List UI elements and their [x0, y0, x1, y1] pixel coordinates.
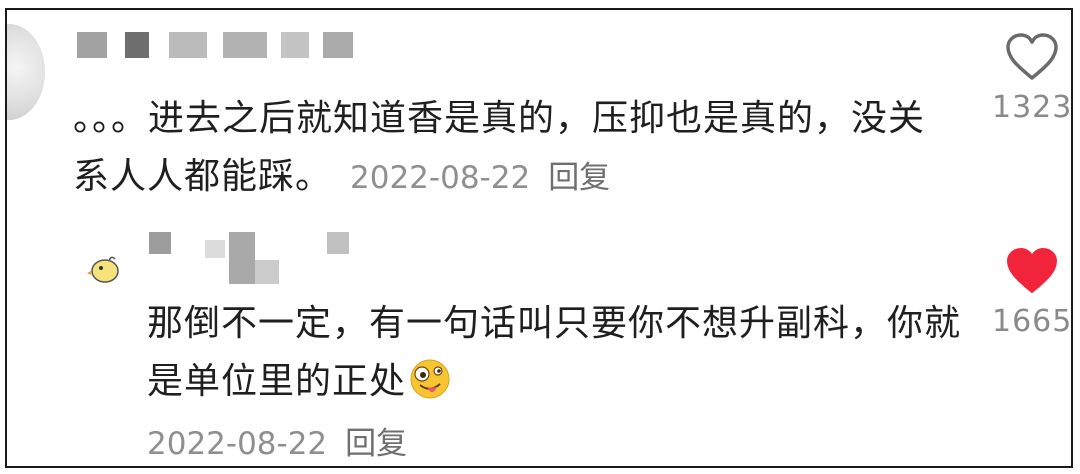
like-count: 1665 — [992, 304, 1073, 339]
like-count: 1323 — [992, 90, 1073, 125]
like-button[interactable]: 1323 — [992, 32, 1073, 125]
zany-face-emoji — [410, 359, 450, 399]
like-button[interactable]: 1665 — [992, 246, 1073, 339]
reply-button[interactable]: 回复 — [548, 160, 610, 196]
comment-meta: 2022-08-22 回复 — [332, 160, 610, 196]
reply-meta: 2022-08-22 回复 — [147, 418, 407, 463]
reply-date: 2022-08-22 — [147, 426, 328, 462]
reply-button[interactable]: 回复 — [345, 426, 407, 462]
reply-text: 那倒不一定，有一句话叫只要你不想升副科，你就是单位里的正处 — [147, 303, 962, 402]
heart-outline-icon — [1006, 33, 1058, 80]
comment-body: 。。。进去之后就知道香是真的，压抑也是真的，没关系人人都能踩。 2022-08-2… — [73, 90, 953, 207]
username-redacted[interactable] — [147, 230, 367, 290]
reply-body: 那倒不一定，有一句话叫只要你不想升副科，你就是单位里的正处 — [147, 295, 967, 411]
comment-thread: 。。。进去之后就知道香是真的，压抑也是真的，没关系人人都能踩。 2022-08-2… — [5, 8, 1073, 468]
heart-filled-icon — [1007, 248, 1057, 293]
chick-avatar[interactable] — [87, 251, 123, 287]
comment-date: 2022-08-22 — [350, 160, 531, 196]
username-redacted[interactable] — [73, 22, 363, 62]
avatar[interactable] — [7, 24, 45, 120]
